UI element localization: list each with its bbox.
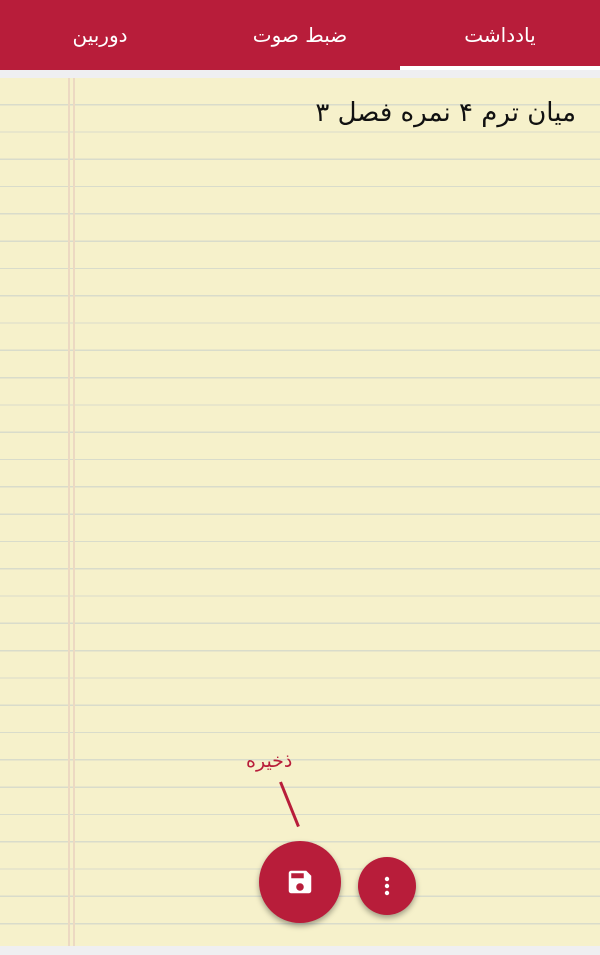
tab-bar: دوربین ضبط صوت یادداشت — [0, 0, 600, 70]
save-hint-label: ذخیره — [246, 750, 293, 772]
margin-line — [68, 78, 70, 946]
tab-voice-recorder[interactable]: ضبط صوت — [200, 0, 400, 70]
tab-camera[interactable]: دوربین — [0, 0, 200, 70]
bottom-strip — [0, 946, 600, 955]
more-options-button[interactable] — [358, 857, 416, 915]
floppy-disk-icon — [288, 870, 312, 894]
note-text[interactable]: میان ترم ۴ نمره فصل ۳ — [36, 98, 576, 128]
margin-line — [73, 78, 75, 946]
save-button[interactable] — [259, 841, 341, 923]
tab-note[interactable]: یادداشت — [400, 0, 600, 70]
note-paper[interactable]: میان ترم ۴ نمره فصل ۳ — [0, 78, 600, 946]
more-vertical-icon — [384, 876, 390, 896]
